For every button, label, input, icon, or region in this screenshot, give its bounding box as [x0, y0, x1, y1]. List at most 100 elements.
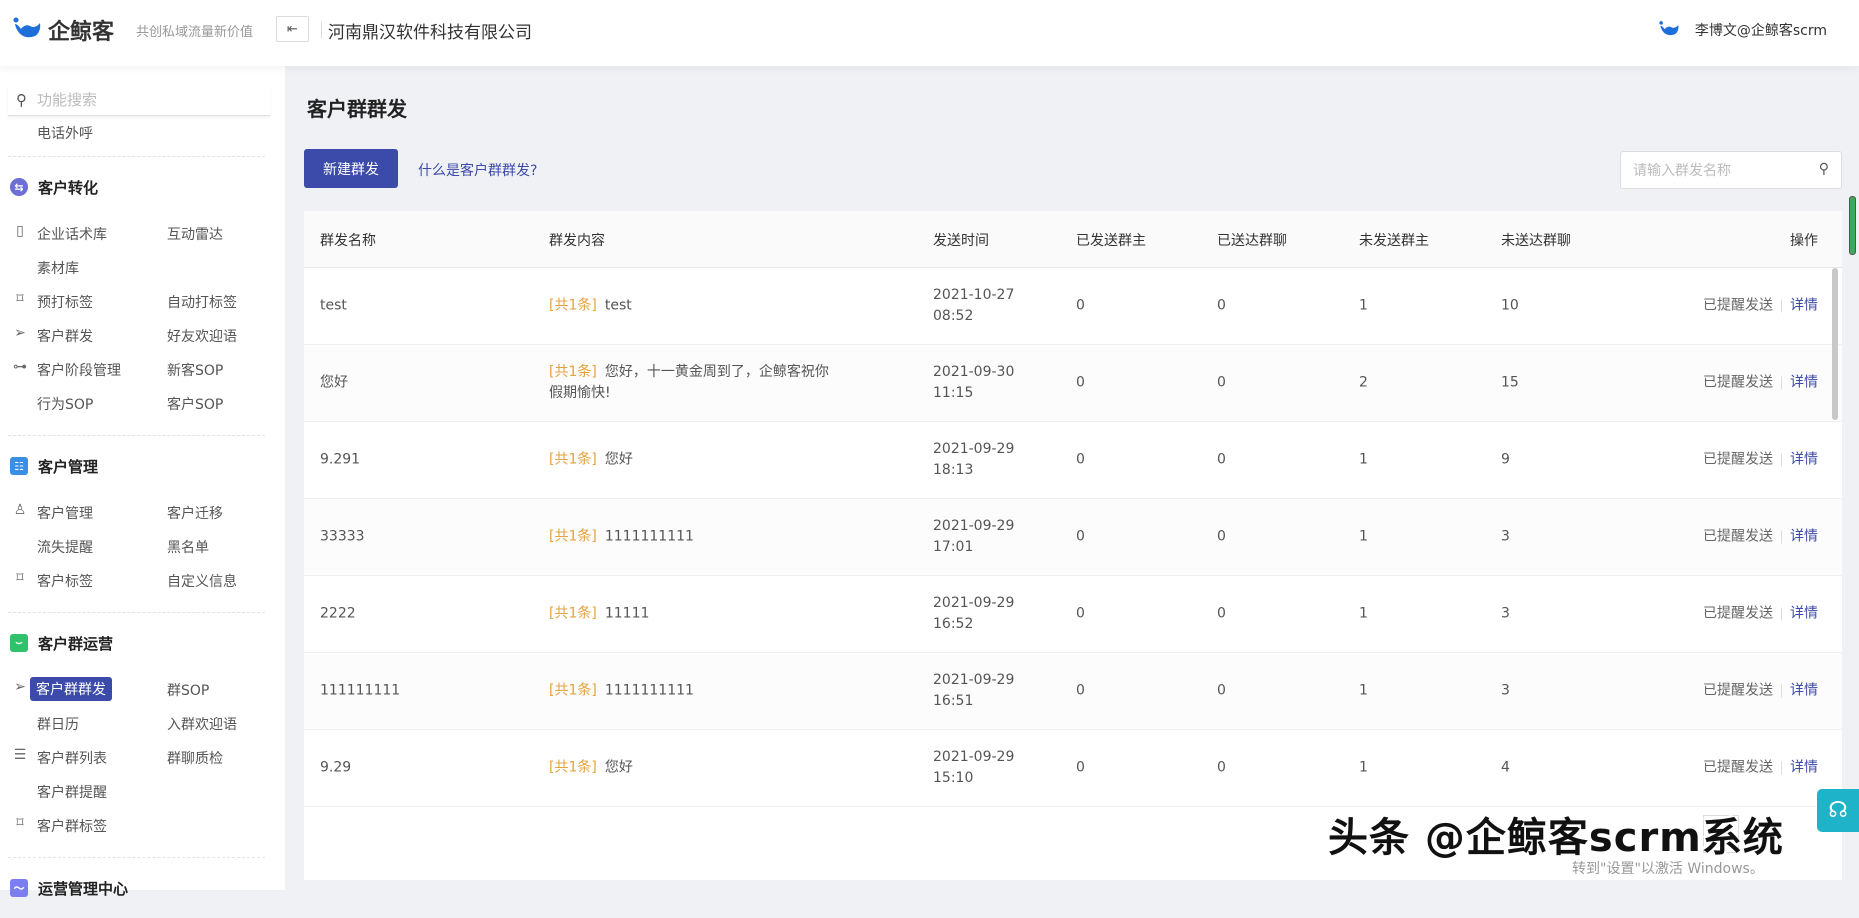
- send-date: 2021-09-29: [933, 441, 1015, 457]
- header-divider: [321, 22, 322, 38]
- nav-row: ⌑ 客户标签 自定义信息: [0, 564, 285, 598]
- search-placeholder: 请输入群发名称: [1633, 163, 1731, 179]
- detail-link[interactable]: 详情: [1790, 683, 1818, 699]
- table-row: 2222 [共1条] 11111 2021-09-29 16:52 0 0 1 3 已提醒发送 详情: [304, 576, 1842, 653]
- count-unsent-owner: 1: [1359, 297, 1368, 314]
- broadcast-content: [共1条] test: [549, 296, 839, 317]
- page-scrollbar[interactable]: [1849, 196, 1856, 255]
- whale-logo-icon: [13, 17, 41, 38]
- monitor-icon: 〜: [10, 879, 28, 897]
- sidebar-item[interactable]: 客户迁移: [167, 503, 223, 523]
- new-broadcast-button[interactable]: 新建群发: [304, 149, 398, 188]
- count-sent-owner: 0: [1076, 528, 1085, 545]
- sidebar-item[interactable]: 客户管理: [37, 503, 93, 523]
- section-header[interactable]: ⇆ 客户转化: [0, 157, 285, 217]
- sidebar-item[interactable]: 互动雷达: [167, 224, 223, 244]
- broadcast-name: test: [320, 297, 347, 314]
- nav-row: ♙ 客户管理 客户迁移: [0, 496, 285, 530]
- sidebar-item[interactable]: 行为SOP: [37, 394, 93, 414]
- nav-row: ⊶ 客户阶段管理 新客SOP: [0, 353, 285, 387]
- send-clock: 08:52: [933, 308, 974, 324]
- customer-support-button[interactable]: ☊: [1817, 789, 1859, 832]
- tag-icon: ⌑: [16, 815, 24, 831]
- action-separator: [1781, 453, 1782, 466]
- list-icon: ☰: [13, 747, 27, 763]
- sidebar-item[interactable]: 客户SOP: [167, 394, 223, 414]
- book-icon: ▯: [16, 223, 24, 239]
- count-unsent-owner: 2: [1359, 374, 1368, 391]
- main-content: 客户群群发 新建群发 什么是客户群群发? 请输入群发名称 ⚲ 群发名称 群发内容 发…: [285, 66, 1859, 890]
- sidebar-item[interactable]: 客户群群发: [30, 677, 112, 701]
- sidebar-item[interactable]: 新客SOP: [167, 360, 223, 380]
- send-time: 2021-09-29 18:13: [933, 439, 1014, 481]
- send-date: 2021-09-29: [933, 518, 1015, 534]
- broadcast-name: 9.29: [320, 759, 352, 776]
- sidebar-item[interactable]: 客户群发: [37, 326, 93, 346]
- nav-row: ☰ 客户群列表 群聊质检: [0, 741, 285, 775]
- function-search-input[interactable]: ⚲ 功能搜索: [8, 84, 270, 116]
- user-menu[interactable]: 李博文@企鲸客scrm: [1657, 20, 1827, 40]
- top-header: 企鲸客 共创私域流量新价值 ⇤ 河南鼎汉软件科技有限公司 李博文@企鲸客scrm: [0, 0, 1859, 66]
- sidebar-nav: 电话外呼 ⇆ 客户转化 ▯ 企业话术库 互动雷达素材库 ⌑ 预打标签 自动打标签 ➢ 客户群发 好友…: [0, 116, 285, 918]
- table-body: test [共1条] test 2021-10-27 08:52 0 0 1 10 已提醒发送 详情…: [304, 268, 1842, 807]
- section-header[interactable]: 〜运营管理中心: [0, 858, 285, 918]
- section-header[interactable]: ⌣ 客户群运营: [0, 613, 285, 673]
- sidebar-item[interactable]: 自定义信息: [167, 571, 237, 591]
- count-undelivered: 4: [1501, 759, 1510, 776]
- sidebar-item[interactable]: 群日历: [37, 714, 79, 734]
- sidebar-item[interactable]: 入群欢迎语: [167, 714, 237, 734]
- table-header: 群发名称 群发内容 发送时间 已发送群主 已送达群聊 未发送群主 未送达群聊 操作: [304, 211, 1842, 268]
- sidebar-item[interactable]: 客户阶段管理: [37, 360, 121, 380]
- item-count-tag: [共1条]: [549, 364, 597, 380]
- detail-link[interactable]: 详情: [1790, 375, 1818, 391]
- send-date: 2021-10-27: [933, 287, 1015, 303]
- sidebar-item[interactable]: 客户群提醒: [37, 782, 107, 802]
- column-header: 已送达群聊: [1217, 233, 1287, 249]
- page-title: 客户群群发: [307, 97, 407, 121]
- nav-row: 客户群提醒: [0, 775, 285, 809]
- headset-icon: ☊: [1828, 798, 1848, 823]
- table-scrollbar[interactable]: [1832, 268, 1838, 420]
- sidebar-item[interactable]: 自动打标签: [167, 292, 237, 312]
- sidebar-item[interactable]: 好友欢迎语: [167, 326, 237, 346]
- sidebar-item[interactable]: 黑名单: [167, 537, 209, 557]
- search-icon[interactable]: ⚲: [1819, 161, 1829, 177]
- item-count-tag: [共1条]: [549, 297, 597, 314]
- detail-link[interactable]: 详情: [1790, 529, 1818, 545]
- detail-link[interactable]: 详情: [1790, 606, 1818, 622]
- collapse-menu-button[interactable]: ⇤: [276, 16, 309, 42]
- swap-icon: ⇆: [10, 178, 28, 196]
- sidebar-item-phone-call[interactable]: 电话外呼: [37, 123, 93, 143]
- column-header: 群发内容: [549, 233, 605, 249]
- send-icon: ➢: [14, 679, 26, 695]
- search-icon: ⚲: [16, 90, 27, 109]
- sidebar-item[interactable]: 企业话术库: [37, 224, 107, 244]
- sidebar-item[interactable]: 客户标签: [37, 571, 93, 591]
- sidebar-item[interactable]: 客户群列表: [37, 748, 107, 768]
- count-undelivered: 3: [1501, 605, 1510, 622]
- sidebar-item[interactable]: 群SOP: [167, 680, 209, 700]
- sidebar-item[interactable]: 流失提醒: [37, 537, 93, 557]
- broadcast-content: [共1条] 11111: [549, 604, 839, 625]
- help-link[interactable]: 什么是客户群群发?: [418, 160, 537, 180]
- user-name: 李博文@企鲸客scrm: [1694, 23, 1827, 39]
- send-date: 2021-09-30: [933, 364, 1015, 380]
- send-date: 2021-09-29: [933, 595, 1015, 611]
- nav-row: ⌑ 预打标签 自动打标签: [0, 285, 285, 319]
- section-header[interactable]: ☷ 客户管理: [0, 436, 285, 496]
- table-row: test [共1条] test 2021-10-27 08:52 0 0 1 10 已提醒发送 详情: [304, 268, 1842, 345]
- logo[interactable]: 企鲸客: [12, 14, 114, 46]
- detail-link[interactable]: 详情: [1790, 760, 1818, 776]
- table-row: 33333 [共1条] 1111111111 2021-09-29 17:01 0 0 1 3 已…: [304, 499, 1842, 576]
- action-separator: [1781, 376, 1782, 389]
- detail-link[interactable]: 详情: [1790, 298, 1818, 314]
- nav-row: 流失提醒 黑名单: [0, 530, 285, 564]
- broadcast-search-input[interactable]: 请输入群发名称 ⚲: [1620, 151, 1842, 189]
- detail-link[interactable]: 详情: [1790, 452, 1818, 468]
- send-clock: 16:51: [933, 693, 974, 709]
- sidebar-item[interactable]: 预打标签: [37, 292, 93, 312]
- sidebar-item[interactable]: 客户群标签: [37, 816, 107, 836]
- sidebar-item[interactable]: 素材库: [37, 258, 79, 278]
- row-actions: 已提醒发送 详情: [1703, 450, 1818, 471]
- sidebar-item[interactable]: 群聊质检: [167, 748, 223, 768]
